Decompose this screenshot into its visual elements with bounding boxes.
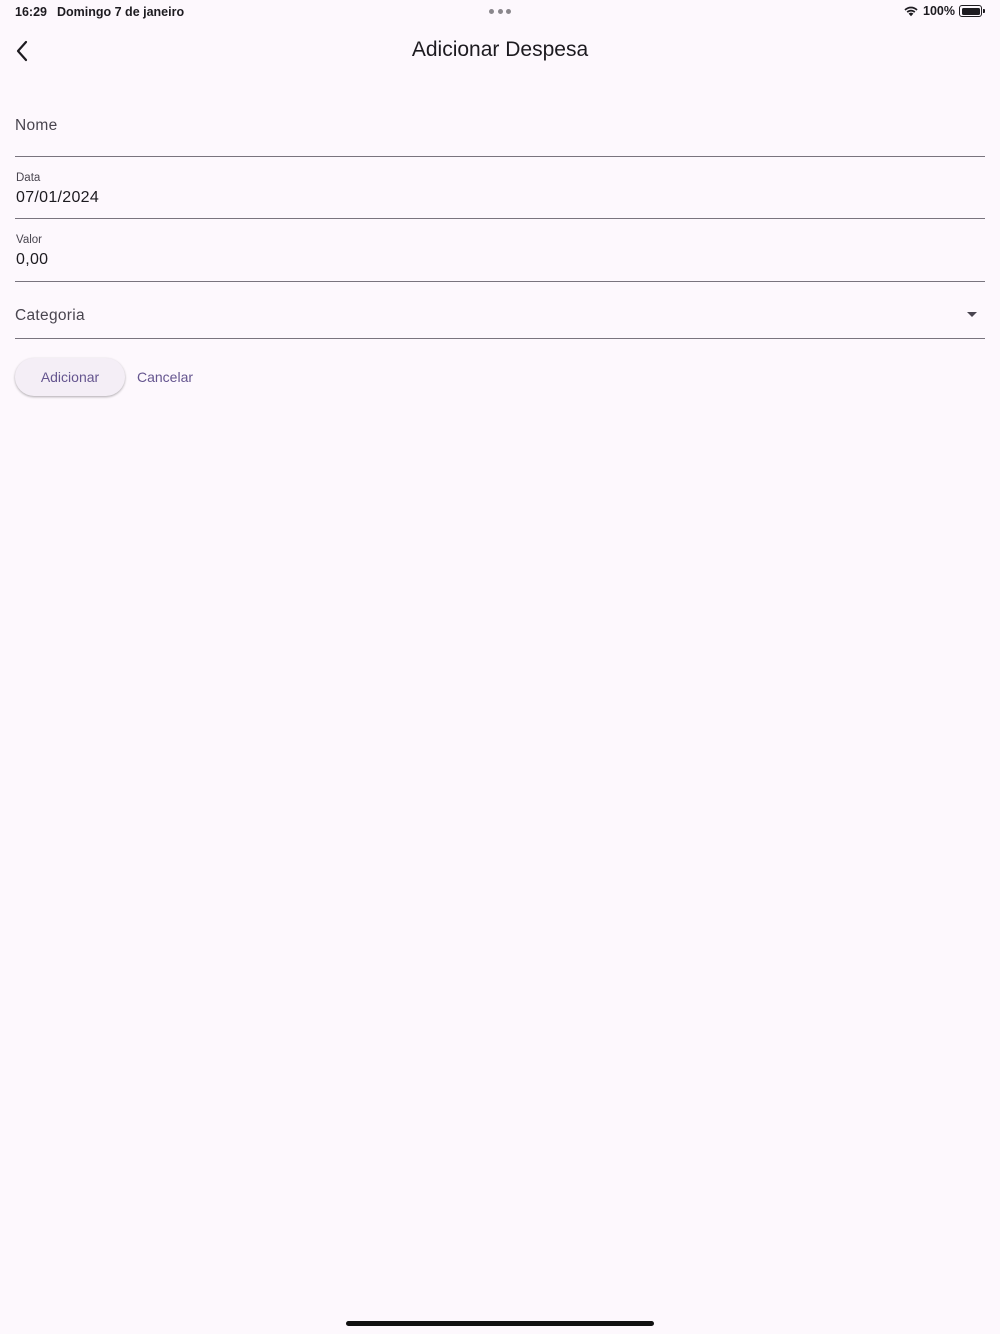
name-field[interactable]: Nome (15, 96, 985, 157)
cancel-button[interactable]: Cancelar (137, 369, 193, 385)
expense-form: Nome Data 07/01/2024 Valor 0,00 Categori… (15, 96, 985, 339)
add-button[interactable]: Adicionar (15, 358, 125, 396)
category-placeholder: Categoria (15, 307, 85, 324)
page-title: Adicionar Despesa (411, 38, 589, 61)
date-value: 07/01/2024 (16, 189, 100, 206)
home-indicator[interactable] (346, 1321, 654, 1326)
multitasking-dots-icon[interactable] (489, 9, 511, 15)
battery-percentage: 100% (923, 4, 955, 18)
date-label: Data (16, 172, 41, 184)
app-bar: Adicionar Despesa (0, 24, 1000, 80)
amount-value: 0,00 (16, 251, 49, 268)
status-time: 16:29 (15, 5, 47, 19)
date-field[interactable]: Data 07/01/2024 (15, 157, 985, 219)
category-dropdown[interactable]: Categoria (15, 282, 985, 339)
status-bar: 16:29 Domingo 7 de janeiro 100% (0, 0, 1000, 24)
amount-field[interactable]: Valor 0,00 (15, 219, 985, 282)
name-placeholder: Nome (15, 117, 58, 134)
status-indicators: 100% (903, 4, 985, 18)
dropdown-arrow-icon[interactable] (967, 312, 977, 317)
form-actions: Adicionar Cancelar (15, 358, 193, 396)
status-date: Domingo 7 de janeiro (57, 5, 185, 19)
amount-label: Valor (16, 234, 42, 246)
wifi-icon (904, 6, 918, 17)
battery-icon (959, 5, 985, 17)
